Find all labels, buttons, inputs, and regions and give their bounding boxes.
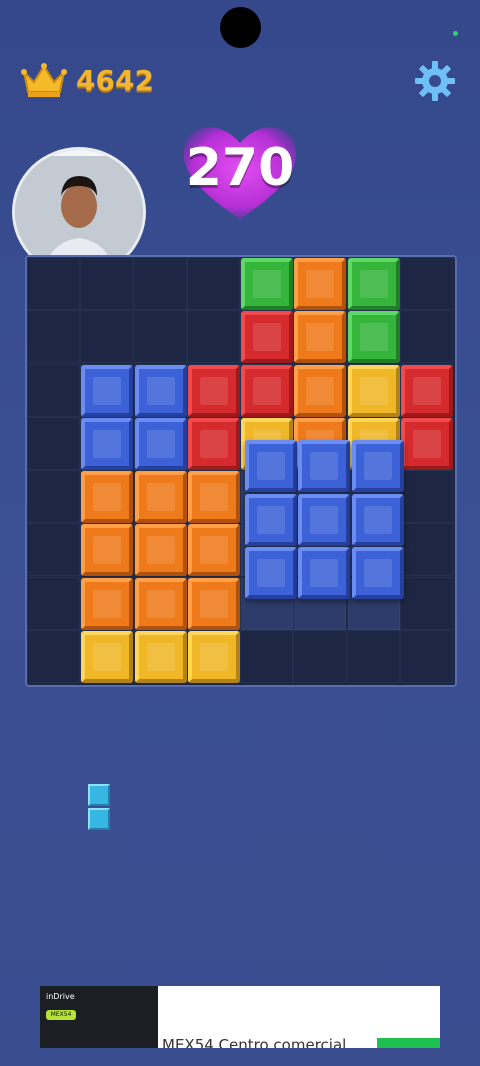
- block-red: [400, 364, 453, 417]
- board-cell[interactable]: [27, 416, 80, 470]
- camera-cutout: [220, 7, 261, 48]
- block-orange: [134, 524, 187, 577]
- game-board[interactable]: [25, 255, 457, 687]
- gear-icon[interactable]: [414, 60, 456, 102]
- block-orange: [187, 524, 240, 577]
- board-cell[interactable]: [399, 310, 453, 364]
- block-orange: [187, 577, 240, 630]
- dragged-piece-block[interactable]: [351, 546, 404, 599]
- board-cell[interactable]: [27, 363, 80, 417]
- current-score: 270: [185, 138, 295, 198]
- tray-piece-block[interactable]: [88, 808, 110, 830]
- tray-piece-block[interactable]: [88, 784, 110, 806]
- dragged-piece-block[interactable]: [245, 493, 297, 546]
- block-green: [347, 258, 400, 310]
- board-cell[interactable]: [133, 310, 187, 364]
- block-blue: [81, 364, 134, 417]
- board-cell[interactable]: [27, 310, 80, 364]
- board-cell[interactable]: [133, 257, 187, 310]
- board-cell[interactable]: [399, 629, 453, 683]
- board-cell[interactable]: [293, 629, 347, 683]
- block-red: [187, 364, 240, 417]
- block-blue: [81, 417, 134, 470]
- board-cell[interactable]: [399, 576, 453, 630]
- block-red: [241, 311, 293, 364]
- block-yellow: [187, 630, 240, 683]
- dragged-piece-block[interactable]: [298, 493, 351, 546]
- block-orange: [187, 471, 240, 523]
- board-cell[interactable]: [80, 310, 134, 364]
- board-cell[interactable]: [240, 629, 293, 683]
- dragged-piece-block[interactable]: [351, 440, 404, 493]
- block-yellow: [347, 364, 400, 417]
- block-blue: [134, 417, 187, 470]
- block-red: [400, 417, 453, 470]
- ad-tag: MEX54: [46, 1010, 76, 1020]
- best-score: 4642: [76, 63, 154, 97]
- piece-tray-slot[interactable]: [88, 784, 112, 832]
- ad-image: inDrive MEX54: [40, 986, 158, 1048]
- board-cell[interactable]: [27, 470, 80, 523]
- block-orange: [81, 577, 134, 630]
- block-yellow: [134, 630, 187, 683]
- board-cell[interactable]: [27, 257, 80, 310]
- status-indicator: [453, 31, 458, 36]
- block-orange: [294, 258, 347, 310]
- block-red: [187, 417, 240, 470]
- board-cell[interactable]: [399, 257, 453, 310]
- dragged-piece-block[interactable]: [245, 546, 297, 599]
- dragged-piece-block[interactable]: [298, 546, 351, 599]
- block-blue: [134, 364, 187, 417]
- block-orange: [134, 577, 187, 630]
- board-cell[interactable]: [399, 470, 453, 523]
- dragged-piece-block[interactable]: [298, 440, 351, 493]
- block-orange: [134, 471, 187, 523]
- block-yellow: [81, 630, 134, 683]
- board-cell[interactable]: [186, 310, 240, 364]
- board-cell[interactable]: [27, 629, 80, 683]
- best-score-area: 4642: [20, 58, 154, 102]
- ad-brand: inDrive: [46, 992, 75, 1001]
- board-cell[interactable]: [80, 257, 134, 310]
- dragged-piece-block[interactable]: [351, 493, 404, 546]
- block-orange: [294, 364, 347, 417]
- block-orange: [294, 311, 347, 364]
- ad-text: MEX54 Centro comercial: [162, 1036, 347, 1048]
- dragged-piece-block[interactable]: [245, 440, 297, 493]
- crown-icon: [21, 63, 67, 97]
- block-green: [347, 311, 400, 364]
- ad-cta-button[interactable]: [377, 1038, 440, 1048]
- board-cell[interactable]: [186, 257, 240, 310]
- block-orange: [81, 524, 134, 577]
- block-orange: [81, 471, 134, 523]
- board-cell[interactable]: [27, 523, 80, 577]
- ad-banner[interactable]: inDrive MEX54 MEX54 Centro comercial: [40, 986, 440, 1048]
- block-red: [241, 364, 293, 417]
- board-cell[interactable]: [399, 523, 453, 577]
- board-cell[interactable]: [346, 629, 400, 683]
- board-cell[interactable]: [27, 576, 80, 630]
- block-green: [241, 258, 293, 310]
